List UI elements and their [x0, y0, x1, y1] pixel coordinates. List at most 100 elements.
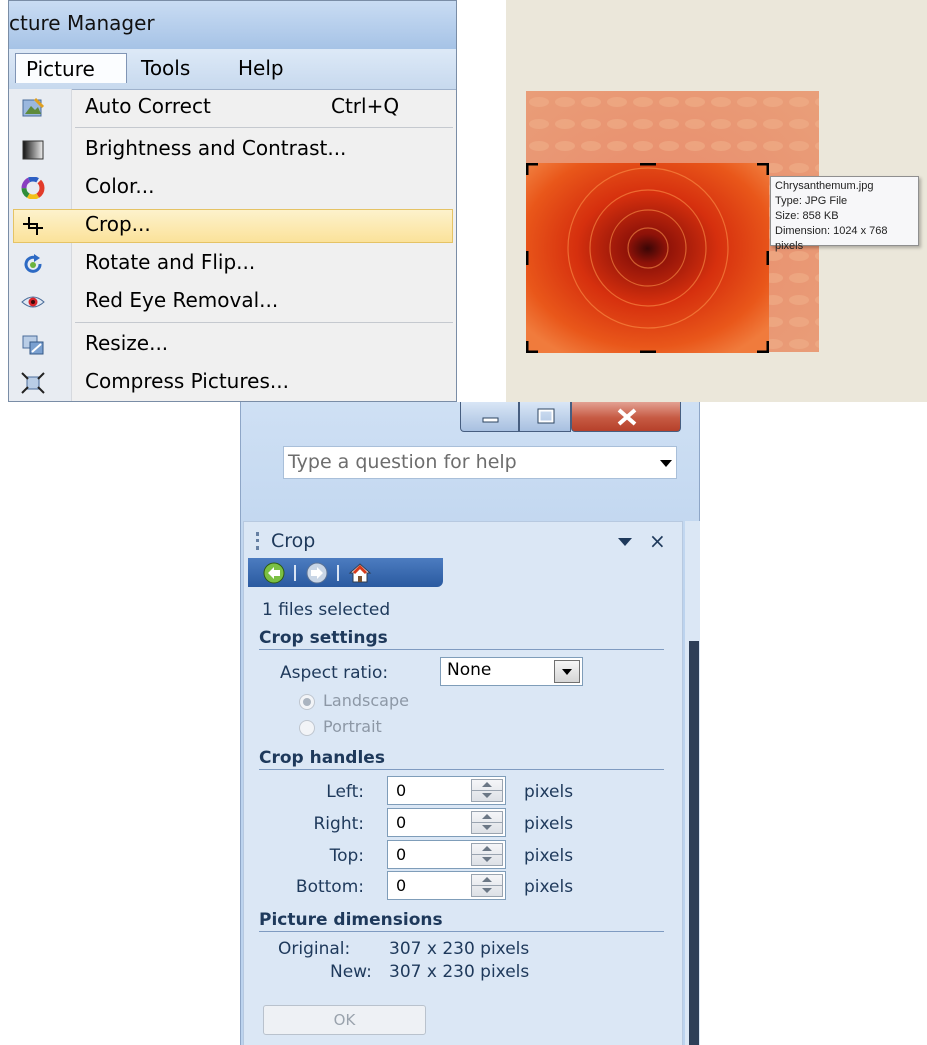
- file-info-tooltip: Chrysanthemum.jpg Type: JPG File Size: 8…: [770, 176, 919, 252]
- close-icon: [617, 408, 637, 426]
- menu-tools[interactable]: Tools: [131, 53, 200, 83]
- ok-button[interactable]: OK: [263, 1005, 426, 1035]
- top-label: Top:: [329, 846, 364, 866]
- pane-menu-dropdown-icon[interactable]: [618, 538, 632, 546]
- picture-dimensions-heading: Picture dimensions: [259, 910, 443, 930]
- app-title: cture Manager: [9, 11, 155, 35]
- menu-item-color[interactable]: Color...: [9, 169, 456, 207]
- landscape-radio[interactable]: [299, 694, 315, 710]
- menu-item-label: Red Eye Removal...: [85, 288, 279, 312]
- top-spinner[interactable]: [471, 843, 503, 866]
- menu-picture[interactable]: Picture: [15, 53, 127, 83]
- landscape-label: Landscape: [323, 691, 409, 710]
- menu-item-label: Brightness and Contrast...: [85, 136, 347, 160]
- new-label: New:: [330, 962, 372, 982]
- left-value: 0: [396, 781, 407, 800]
- section-divider: [259, 931, 664, 932]
- chevron-down-icon[interactable]: [660, 460, 672, 467]
- scrollbar[interactable]: [685, 521, 700, 1045]
- aspect-ratio-value: None: [447, 660, 492, 680]
- menu-item-label: Color...: [85, 174, 155, 198]
- original-label: Original:: [278, 939, 351, 959]
- menu-item-shortcut: Ctrl+Q: [331, 94, 400, 118]
- section-divider: [259, 649, 664, 650]
- menu-item-auto-correct[interactable]: Auto Correct Ctrl+Q: [9, 89, 456, 127]
- left-unit: pixels: [524, 782, 574, 802]
- ok-button-label: OK: [333, 1011, 356, 1029]
- crop-icon: [23, 217, 43, 235]
- aspect-ratio-select[interactable]: None: [440, 657, 583, 686]
- window-controls: [460, 402, 694, 435]
- crop-handles-heading: Crop handles: [259, 748, 385, 768]
- rotate-flip-icon: [24, 254, 42, 273]
- bottom-value: 0: [396, 876, 407, 895]
- pane-close-icon[interactable]: ×: [649, 529, 666, 553]
- menu-highlight: [13, 209, 453, 243]
- left-field[interactable]: 0: [387, 776, 506, 805]
- chevron-down-icon[interactable]: [554, 660, 580, 683]
- help-search-placeholder: Type a question for help: [288, 451, 517, 473]
- home-icon[interactable]: [348, 561, 372, 585]
- bottom-unit: pixels: [524, 877, 574, 897]
- color-wheel-icon: [21, 177, 45, 199]
- menu-item-label: Crop...: [85, 212, 151, 236]
- menu-item-label: Auto Correct: [85, 94, 211, 118]
- menu-item-rotate-flip[interactable]: Rotate and Flip...: [9, 245, 456, 283]
- crop-window: Type a question for help Crop × 1 files …: [240, 402, 703, 1045]
- files-selected-text: 1 files selected: [262, 600, 391, 620]
- tooltip-dimension: Dimension: 1024 x 768 pixels: [775, 225, 888, 252]
- minimize-button[interactable]: [460, 402, 519, 432]
- menu-item-red-eye[interactable]: Red Eye Removal...: [9, 283, 456, 321]
- menu-divider: [75, 127, 453, 128]
- bottom-label: Bottom:: [295, 877, 364, 897]
- menu-item-resize[interactable]: Resize...: [9, 326, 456, 364]
- maximize-button[interactable]: [519, 402, 571, 432]
- chrysanthemum-crop-region[interactable]: [526, 163, 769, 353]
- picture-preview-area: Chrysanthemum.jpg Type: JPG File Size: 8…: [506, 0, 927, 402]
- close-button[interactable]: [571, 402, 681, 432]
- crop-settings-heading: Crop settings: [259, 628, 388, 648]
- task-pane-header: Crop ×: [244, 522, 682, 558]
- right-label: Right:: [313, 814, 365, 834]
- maximize-icon: [537, 408, 555, 424]
- top-field[interactable]: 0: [387, 840, 506, 869]
- left-spinner[interactable]: [471, 779, 503, 802]
- task-pane-nav-bar: [248, 558, 443, 587]
- task-pane-title: Crop: [271, 530, 316, 552]
- bottom-field[interactable]: 0: [387, 871, 506, 900]
- back-icon[interactable]: [262, 561, 286, 585]
- tooltip-filename: Chrysanthemum.jpg: [775, 180, 874, 192]
- top-value: 0: [396, 845, 407, 864]
- forward-icon[interactable]: [305, 561, 329, 585]
- minimize-icon: [482, 417, 499, 423]
- right-field[interactable]: 0: [387, 808, 506, 837]
- right-value: 0: [396, 813, 407, 832]
- menu-item-label: Resize...: [85, 331, 169, 355]
- scrollbar-thumb[interactable]: [689, 641, 699, 1045]
- menu-item-brightness-contrast[interactable]: Brightness and Contrast...: [9, 131, 456, 169]
- menu-help[interactable]: Help: [228, 53, 294, 83]
- section-divider: [259, 769, 664, 770]
- red-eye-icon: [21, 296, 45, 308]
- nav-divider: [337, 565, 339, 581]
- tooltip-size: Size: 858 KB: [775, 210, 839, 222]
- resize-icon: [22, 335, 44, 355]
- menu-item-compress[interactable]: Compress Pictures...: [9, 364, 456, 401]
- picture-menu-screenshot: cture Manager Picture Tools Help Auto Co…: [8, 0, 457, 402]
- title-bar: cture Manager: [9, 1, 456, 49]
- portrait-radio[interactable]: [299, 720, 315, 736]
- menu-item-label: Compress Pictures...: [85, 369, 289, 393]
- left-label: Left:: [326, 782, 364, 802]
- original-value: 307 x 230 pixels: [389, 939, 530, 959]
- portrait-label: Portrait: [323, 717, 382, 736]
- tooltip-type: Type: JPG File: [775, 195, 848, 207]
- crop-task-pane: Crop × 1 files selected Crop settings As…: [243, 521, 683, 1045]
- right-spinner[interactable]: [471, 811, 503, 834]
- drag-grip-icon[interactable]: [256, 532, 262, 550]
- menu-item-crop[interactable]: Crop...: [9, 207, 456, 245]
- new-value: 307 x 230 pixels: [389, 962, 530, 982]
- auto-correct-icon: [22, 97, 45, 117]
- help-search-box[interactable]: Type a question for help: [283, 446, 677, 479]
- bottom-spinner[interactable]: [471, 874, 503, 897]
- compress-icon: [21, 372, 45, 394]
